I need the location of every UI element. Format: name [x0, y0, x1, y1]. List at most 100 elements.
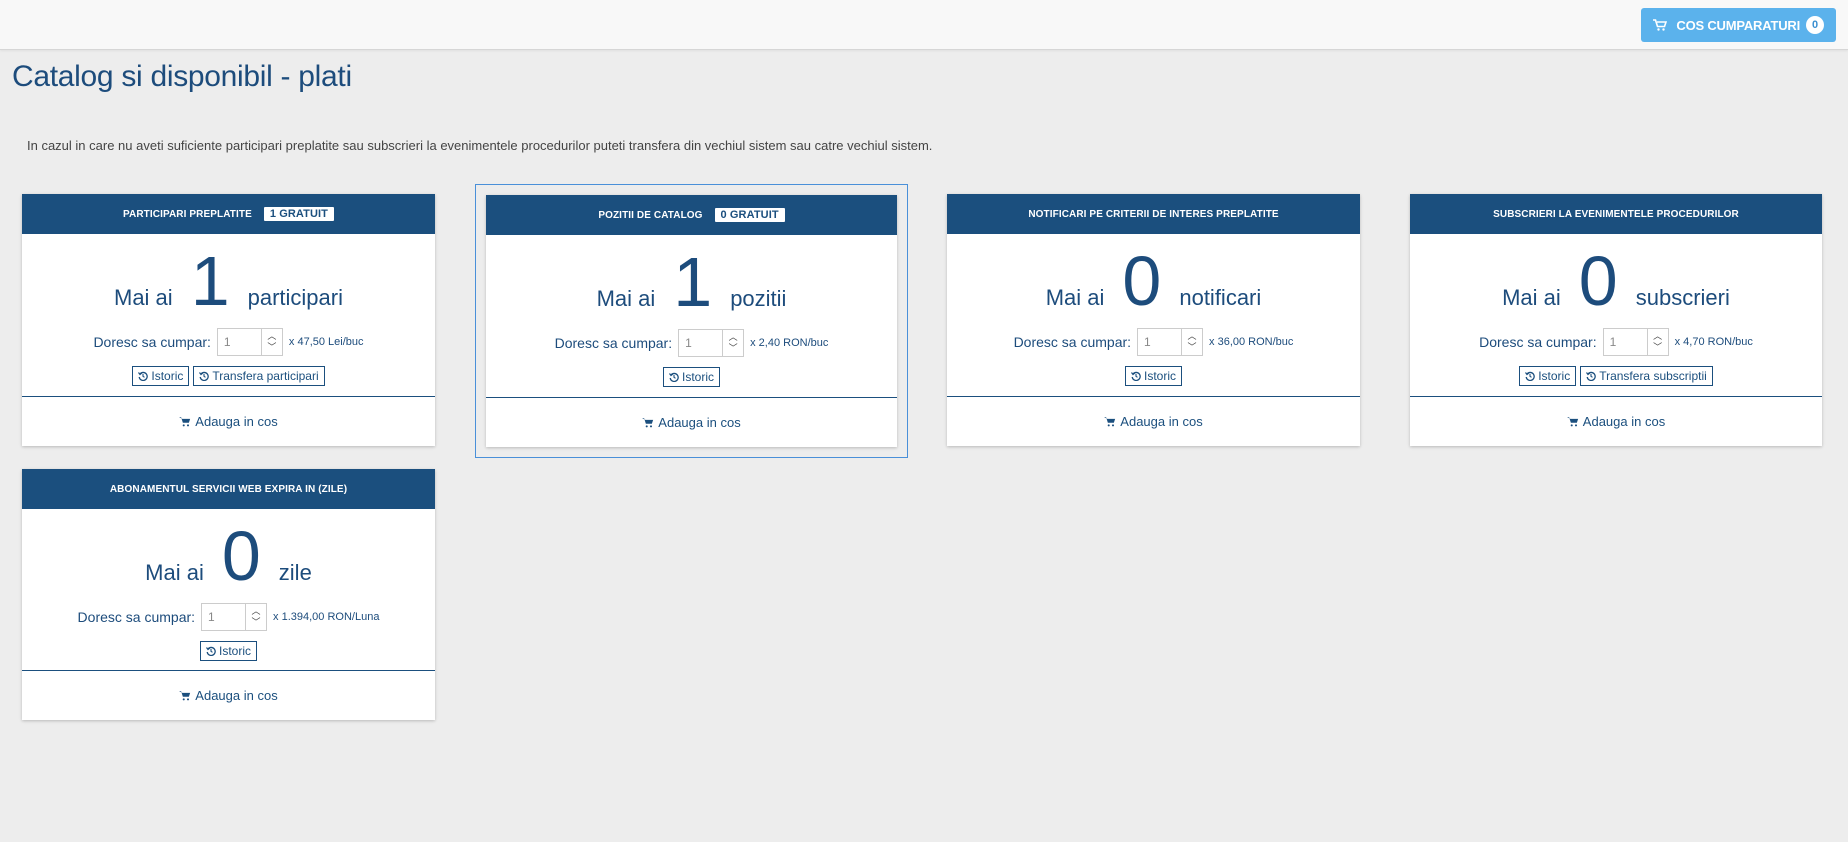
chevron-down-icon[interactable]: ﹀ — [729, 343, 738, 354]
add-to-cart-button[interactable]: Adauga in cos — [22, 671, 435, 720]
remaining-count: 1 — [673, 243, 713, 321]
shopping-cart-icon — [179, 691, 191, 701]
chevron-down-icon[interactable]: ﹀ — [267, 342, 276, 353]
unit-price: x 4,70 RON/buc — [1674, 336, 1753, 348]
card-title: PARTICIPARI PREPLATITE — [122, 208, 252, 220]
mai-ai-label: Mai ai — [1045, 285, 1105, 310]
history-icon — [1586, 371, 1596, 381]
quantity-stepper[interactable]: 1 ︿ ﹀ — [201, 603, 268, 631]
page-title: Catalog si disponibil - plati — [12, 60, 352, 93]
free-badge: 1 GRATUIT — [263, 207, 334, 221]
unit-label: pozitii — [730, 286, 787, 311]
remaining-count: 0 — [1122, 242, 1162, 320]
cart-button[interactable]: COS CUMPARATURI 0 — [1641, 8, 1836, 42]
history-button[interactable]: Istoric — [662, 367, 720, 387]
history-button[interactable]: Istoric — [199, 641, 257, 661]
info-text: In cazul in care nu aveti suficiente par… — [27, 138, 933, 153]
remaining-count: 1 — [190, 242, 230, 320]
chevron-up-icon[interactable]: ︿ — [1188, 331, 1197, 342]
card-subscrieri: SUBSCRIERI LA EVENIMENTELE PROCEDURILOR … — [1410, 194, 1822, 446]
history-label: Istoric — [681, 370, 714, 384]
unit-price: x 47,50 Lei/buc — [288, 336, 364, 348]
add-to-cart-button[interactable]: Adauga in cos — [22, 397, 435, 446]
shopping-cart-icon — [1566, 417, 1578, 427]
history-button[interactable]: Istoric — [132, 366, 190, 386]
add-to-cart-label: Adauga in cos — [658, 415, 741, 430]
buy-label: Doresc sa cumpar: — [1013, 334, 1132, 350]
add-to-cart-button[interactable]: Adauga in cos — [947, 397, 1360, 446]
unit-price: x 36,00 RON/buc — [1209, 336, 1294, 348]
quantity-input[interactable]: 1 — [679, 330, 724, 356]
card-title: POZITII DE CATALOG — [598, 209, 703, 221]
chevron-up-icon[interactable]: ︿ — [252, 606, 261, 617]
add-to-cart-label: Adauga in cos — [195, 414, 278, 429]
mai-ai-label: Mai ai — [596, 286, 656, 311]
add-to-cart-label: Adauga in cos — [195, 688, 278, 703]
top-bar: COS CUMPARATURI 0 — [0, 0, 1848, 50]
mai-ai-label: Mai ai — [114, 285, 173, 310]
quantity-stepper[interactable]: 1 ︿ ﹀ — [1602, 328, 1669, 356]
quantity-stepper[interactable]: 1 ︿ ﹀ — [1137, 328, 1204, 356]
quantity-input[interactable]: 1 — [218, 329, 262, 355]
card-header: POZITII DE CATALOG 0 GRATUIT — [486, 195, 897, 235]
quantity-stepper[interactable]: 1 ︿ ﹀ — [678, 329, 745, 357]
unit-label: zile — [278, 560, 312, 585]
unit-price: x 2,40 RON/buc — [750, 337, 829, 349]
card-header: SUBSCRIERI LA EVENIMENTELE PROCEDURILOR — [1410, 194, 1822, 234]
mai-ai-label: Mai ai — [1502, 285, 1561, 310]
quantity-input[interactable]: 1 — [1138, 329, 1183, 355]
card-abonament: ABONAMENTUL SERVICII WEB EXPIRA IN (ZILE… — [22, 469, 435, 720]
quantity-stepper[interactable]: 1 ︿ ﹀ — [216, 328, 283, 356]
remaining-count: 0 — [1578, 242, 1618, 320]
quantity-input[interactable]: 1 — [202, 604, 247, 630]
card-header: ABONAMENTUL SERVICII WEB EXPIRA IN (ZILE… — [22, 469, 435, 509]
buy-label: Doresc sa cumpar: — [1479, 334, 1597, 350]
shopping-cart-icon — [179, 417, 191, 427]
free-badge: 0 GRATUIT — [714, 208, 785, 222]
card-participari: PARTICIPARI PREPLATITE 1 GRATUIT Mai ai … — [22, 194, 435, 446]
chevron-down-icon[interactable]: ﹀ — [1653, 342, 1662, 353]
history-icon — [1131, 371, 1141, 381]
add-to-cart-button[interactable]: Adauga in cos — [486, 398, 897, 447]
history-button[interactable]: Istoric — [1519, 366, 1577, 386]
chevron-down-icon[interactable]: ﹀ — [1188, 342, 1197, 353]
shopping-cart-icon — [642, 418, 654, 428]
add-to-cart-button[interactable]: Adauga in cos — [1410, 397, 1822, 446]
buy-label: Doresc sa cumpar: — [93, 334, 211, 350]
buy-label: Doresc sa cumpar: — [77, 609, 196, 625]
add-to-cart-label: Adauga in cos — [1120, 414, 1203, 429]
shopping-cart-icon — [1653, 19, 1668, 31]
history-button[interactable]: Istoric — [1124, 366, 1182, 386]
chevron-up-icon[interactable]: ︿ — [729, 332, 738, 343]
unit-price: x 1.394,00 RON/Luna — [273, 611, 380, 623]
card-pozitii: POZITII DE CATALOG 0 GRATUIT Mai ai 1 po… — [475, 184, 908, 458]
unit-label: notificari — [1179, 285, 1262, 310]
chevron-up-icon[interactable]: ︿ — [267, 331, 276, 342]
history-icon — [138, 371, 149, 381]
card-notificari: NOTIFICARI PE CRITERII DE INTERES PREPLA… — [947, 194, 1360, 446]
card-title: NOTIFICARI PE CRITERII DE INTERES PREPLA… — [1028, 208, 1279, 220]
remaining-count: 0 — [221, 517, 261, 595]
cart-button-label: COS CUMPARATURI — [1676, 17, 1800, 33]
card-header: NOTIFICARI PE CRITERII DE INTERES PREPLA… — [947, 194, 1360, 234]
add-to-cart-label: Adauga in cos — [1582, 414, 1666, 429]
history-label: Istoric — [151, 369, 184, 383]
transfer-label: Transfera participari — [212, 369, 319, 383]
card-title: SUBSCRIERI LA EVENIMENTELE PROCEDURILOR — [1493, 208, 1739, 220]
unit-label: subscrieri — [1635, 285, 1730, 310]
chevron-down-icon[interactable]: ﹀ — [252, 617, 261, 628]
quantity-input[interactable]: 1 — [1604, 329, 1648, 355]
transfer-button[interactable]: Transfera subscriptii — [1580, 366, 1713, 386]
history-icon — [206, 646, 216, 656]
history-icon — [669, 372, 679, 382]
transfer-label: Transfera subscriptii — [1599, 369, 1707, 383]
unit-label: participari — [247, 285, 343, 310]
mai-ai-label: Mai ai — [145, 560, 204, 585]
card-header: PARTICIPARI PREPLATITE 1 GRATUIT — [22, 194, 435, 234]
history-icon — [1525, 371, 1535, 381]
transfer-button[interactable]: Transfera participari — [193, 366, 325, 386]
history-icon — [199, 371, 210, 381]
history-label: Istoric — [1538, 369, 1571, 383]
history-label: Istoric — [218, 644, 251, 658]
chevron-up-icon[interactable]: ︿ — [1653, 331, 1662, 342]
